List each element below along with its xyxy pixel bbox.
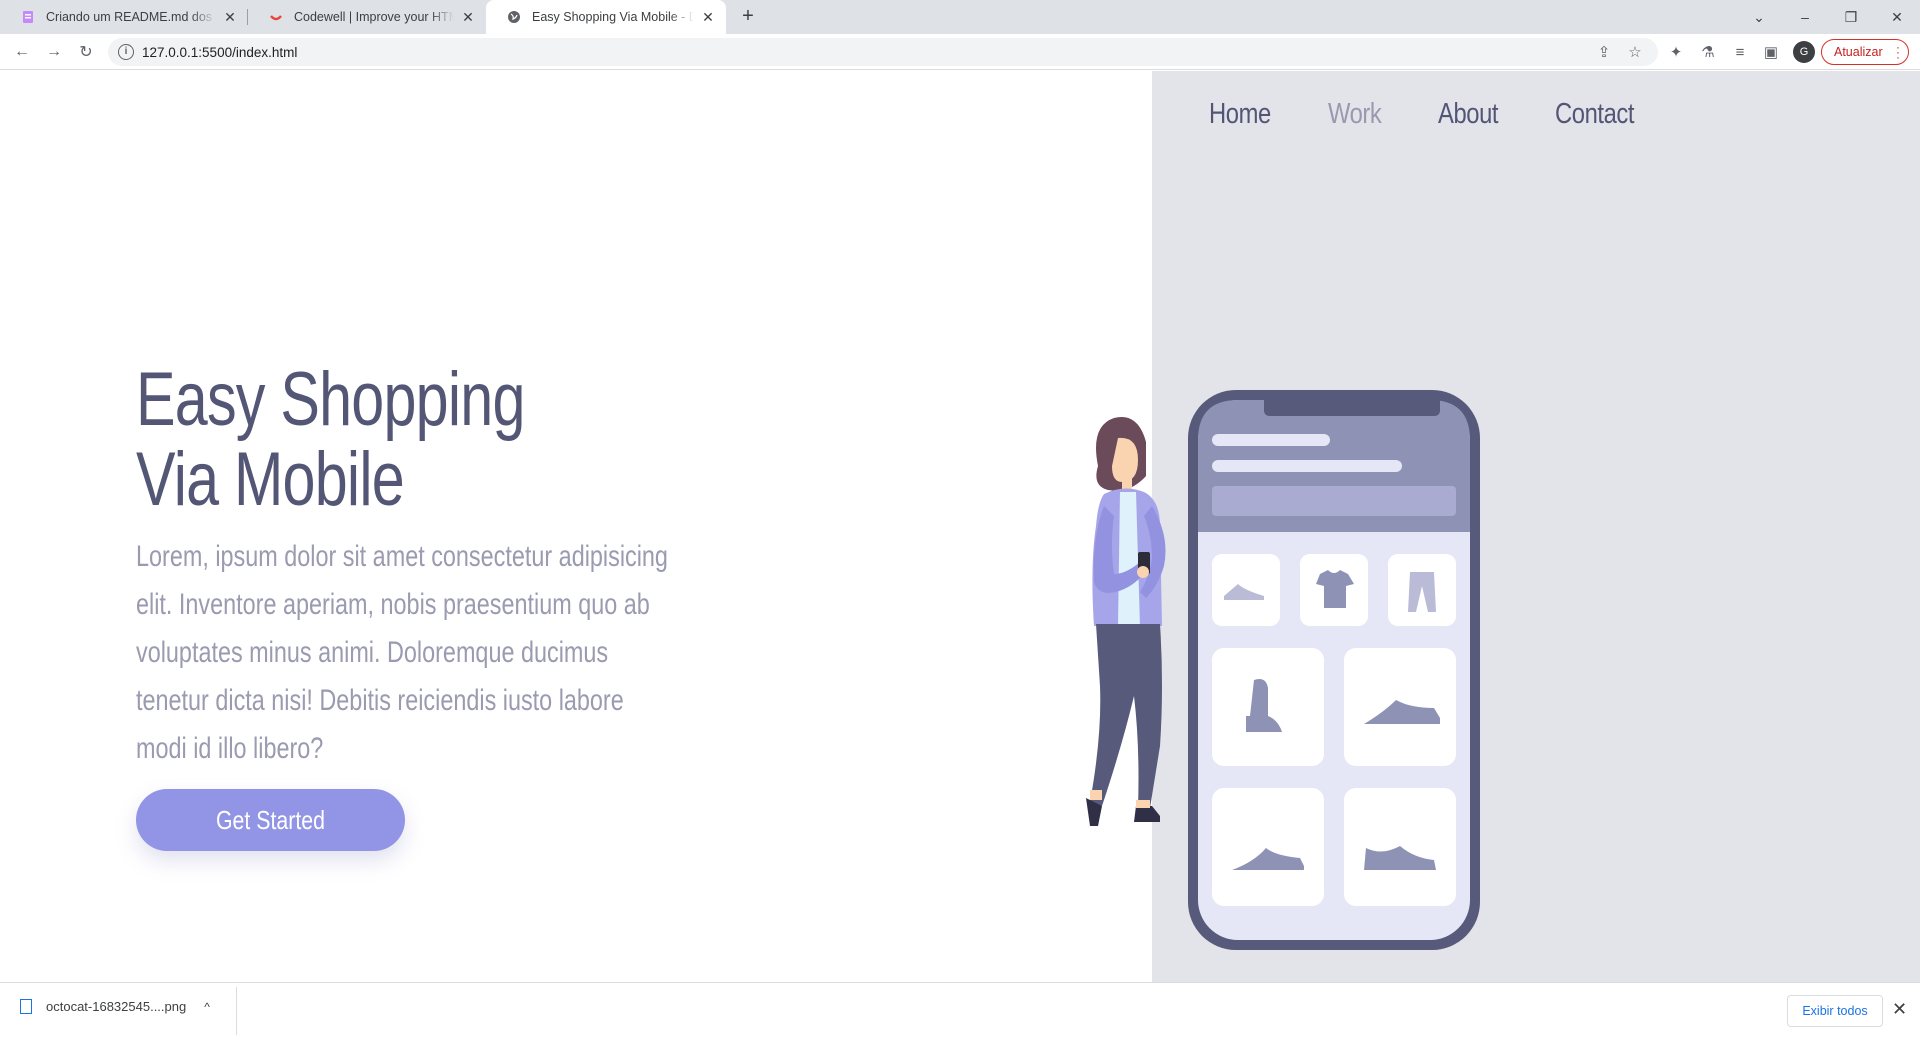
tab-title: Easy Shopping Via Mobile - Deve [532,10,694,24]
nav-home[interactable]: Home [1209,98,1271,131]
new-tab-button[interactable]: + [736,5,760,29]
tab-search-icon[interactable]: ⌄ [1736,0,1782,34]
nav-work[interactable]: Work [1328,98,1382,131]
shopping-illustration [1086,390,1480,950]
more-menu-icon: · · · [1896,40,1900,64]
chevron-up-icon[interactable]: ^ [204,1000,210,1014]
globe-icon [506,9,522,25]
tab-title: Criando um README.md dos pro [46,10,216,24]
address-bar[interactable]: i 127.0.0.1:5500/index.html [108,38,1658,66]
get-started-label: Get Started [215,804,326,835]
update-label: Atualizar [1834,45,1883,59]
share-icon[interactable]: ⇪ [1592,40,1616,64]
tab-active[interactable]: Easy Shopping Via Mobile - Deve ✕ [486,0,726,34]
nav-about[interactable]: About [1438,98,1499,131]
close-icon[interactable]: ✕ [222,9,238,25]
get-started-button[interactable]: Get Started [136,789,405,851]
hero-description: Lorem, ipsum dolor sit amet consectetur … [136,540,668,765]
close-icon[interactable]: ✕ [700,9,716,25]
tab-readme[interactable]: Criando um README.md dos pro ✕ [0,0,248,34]
divider [236,987,237,1035]
show-all-button[interactable]: Exibir todos [1787,995,1883,1027]
media-icon[interactable]: ≡ [1728,40,1752,64]
tab-codewell[interactable]: Codewell | Improve your HTML, C ✕ [248,0,486,34]
back-arrow-icon[interactable]: ← [10,40,34,64]
close-window-button[interactable]: ✕ [1874,0,1920,34]
browser-toolbar: ← → ↻ i 127.0.0.1:5500/index.html ⇪ ☆ ✦ … [0,34,1920,70]
star-icon[interactable]: ☆ [1623,40,1647,64]
tab-title: Codewell | Improve your HTML, C [294,10,454,24]
update-button[interactable]: Atualizar · · · [1821,39,1909,65]
phone-mockup-icon [1188,390,1480,950]
restore-button[interactable]: ❐ [1828,0,1874,34]
codewell-icon [268,9,284,25]
minimize-button[interactable]: – [1782,0,1828,34]
extensions-icon[interactable]: ✦ [1664,40,1688,64]
tab-strip: Criando um README.md dos pro ✕ Codewell … [0,0,1920,34]
page-title: Easy Shopping Via Mobile [136,360,525,520]
title-line-1: Easy Shopping [136,357,525,442]
close-icon[interactable]: ✕ [460,9,476,25]
lab-icon[interactable]: ⚗ [1696,40,1720,64]
avatar[interactable]: G [1793,41,1815,63]
reload-icon[interactable]: ↻ [74,40,98,64]
info-icon[interactable]: i [118,44,134,60]
side-panel-icon[interactable]: ▣ [1759,40,1783,64]
woman-figure-icon [1086,417,1166,826]
close-icon[interactable]: ✕ [1892,999,1907,1020]
title-line-2: Via Mobile [136,437,405,522]
url-text: 127.0.0.1:5500/index.html [142,44,298,60]
file-icon [20,999,32,1014]
page-content: Home Work About Contact Easy Shopping Vi… [0,71,1920,982]
forward-arrow-icon[interactable]: → [42,40,66,64]
main-nav: Home Work About Contact [1209,98,1651,131]
download-item[interactable]: octocat-16832545....png ^ [20,999,210,1014]
document-icon [20,9,36,25]
nav-contact[interactable]: Contact [1555,98,1635,131]
downloads-bar: octocat-16832545....png ^ Exibir todos ✕ [0,982,1920,1040]
download-filename: octocat-16832545....png [46,999,187,1014]
